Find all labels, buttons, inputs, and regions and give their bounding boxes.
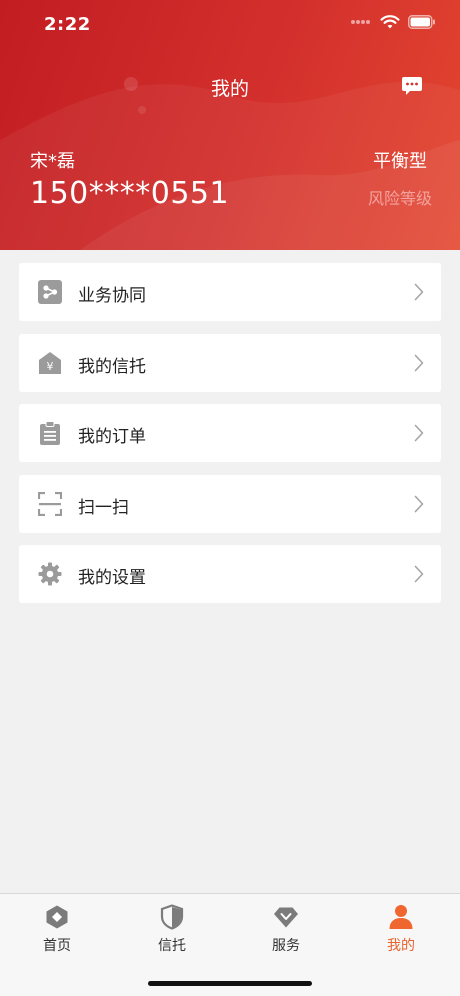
chevron-right-icon [414,565,424,583]
risk-level-label: 风险等级 [367,189,432,208]
person-icon [389,905,413,929]
home-indicator [148,981,312,986]
menu-item-my-orders[interactable]: 我的订单 [19,404,441,462]
wifi-icon [380,15,400,29]
tab-label: 我的 [387,938,415,954]
menu-item-business-collab[interactable]: 业务协同 [19,263,441,321]
svg-text:¥: ¥ [47,360,54,373]
clipboard-icon [40,421,60,445]
message-icon[interactable] [401,76,423,96]
tab-label: 首页 [43,938,71,954]
tab-label: 服务 [272,938,300,954]
chevron-right-icon [414,495,424,512]
user-phone: 150****0551 [30,176,230,211]
menu-item-label: 扫一扫 [78,497,129,518]
menu-item-label: 业务协同 [78,286,146,306]
page-title: 我的 [210,78,249,100]
risk-type[interactable]: 平衡型 [373,147,427,173]
business-collab-icon [38,280,62,304]
menu-item-label: 我的信托 [78,356,146,377]
menu-list: 业务协同 ¥ 我的信托 我的订单 扫一扫 我的设置 [19,263,441,616]
chevron-right-icon [414,283,424,301]
trust-icon: ¥ [39,351,61,374]
tab-label: 信托 [158,938,186,954]
menu-item-scan[interactable]: 扫一扫 [19,474,441,533]
tab-mine[interactable]: 我的 [361,902,441,958]
status-time: 2:22 [44,14,91,35]
status-icons [350,14,436,30]
menu-item-my-trust[interactable]: ¥ 我的信托 [19,333,441,392]
tab-service[interactable]: 服务 [246,902,326,958]
status-bar: 2:22 [0,0,460,50]
user-name: 宋*磊 [30,151,75,172]
signal-icon [351,20,370,24]
tab-home[interactable]: 首页 [17,902,97,958]
menu-item-settings[interactable]: 我的设置 [19,545,441,603]
battery-icon [408,15,435,29]
chevron-right-icon [414,424,424,442]
menu-item-label: 我的设置 [78,568,146,588]
diamond-icon [274,907,298,928]
chevron-right-icon [414,354,424,371]
gear-icon [38,562,62,586]
tab-trust[interactable]: 信托 [132,902,212,958]
home-icon [46,905,68,929]
menu-item-label: 我的订单 [78,427,146,447]
profile-header: 2:22 我的 宋*磊 150****0551 平衡型 风险等级 [0,0,460,250]
scan-icon [38,491,62,516]
shield-icon [160,904,184,930]
